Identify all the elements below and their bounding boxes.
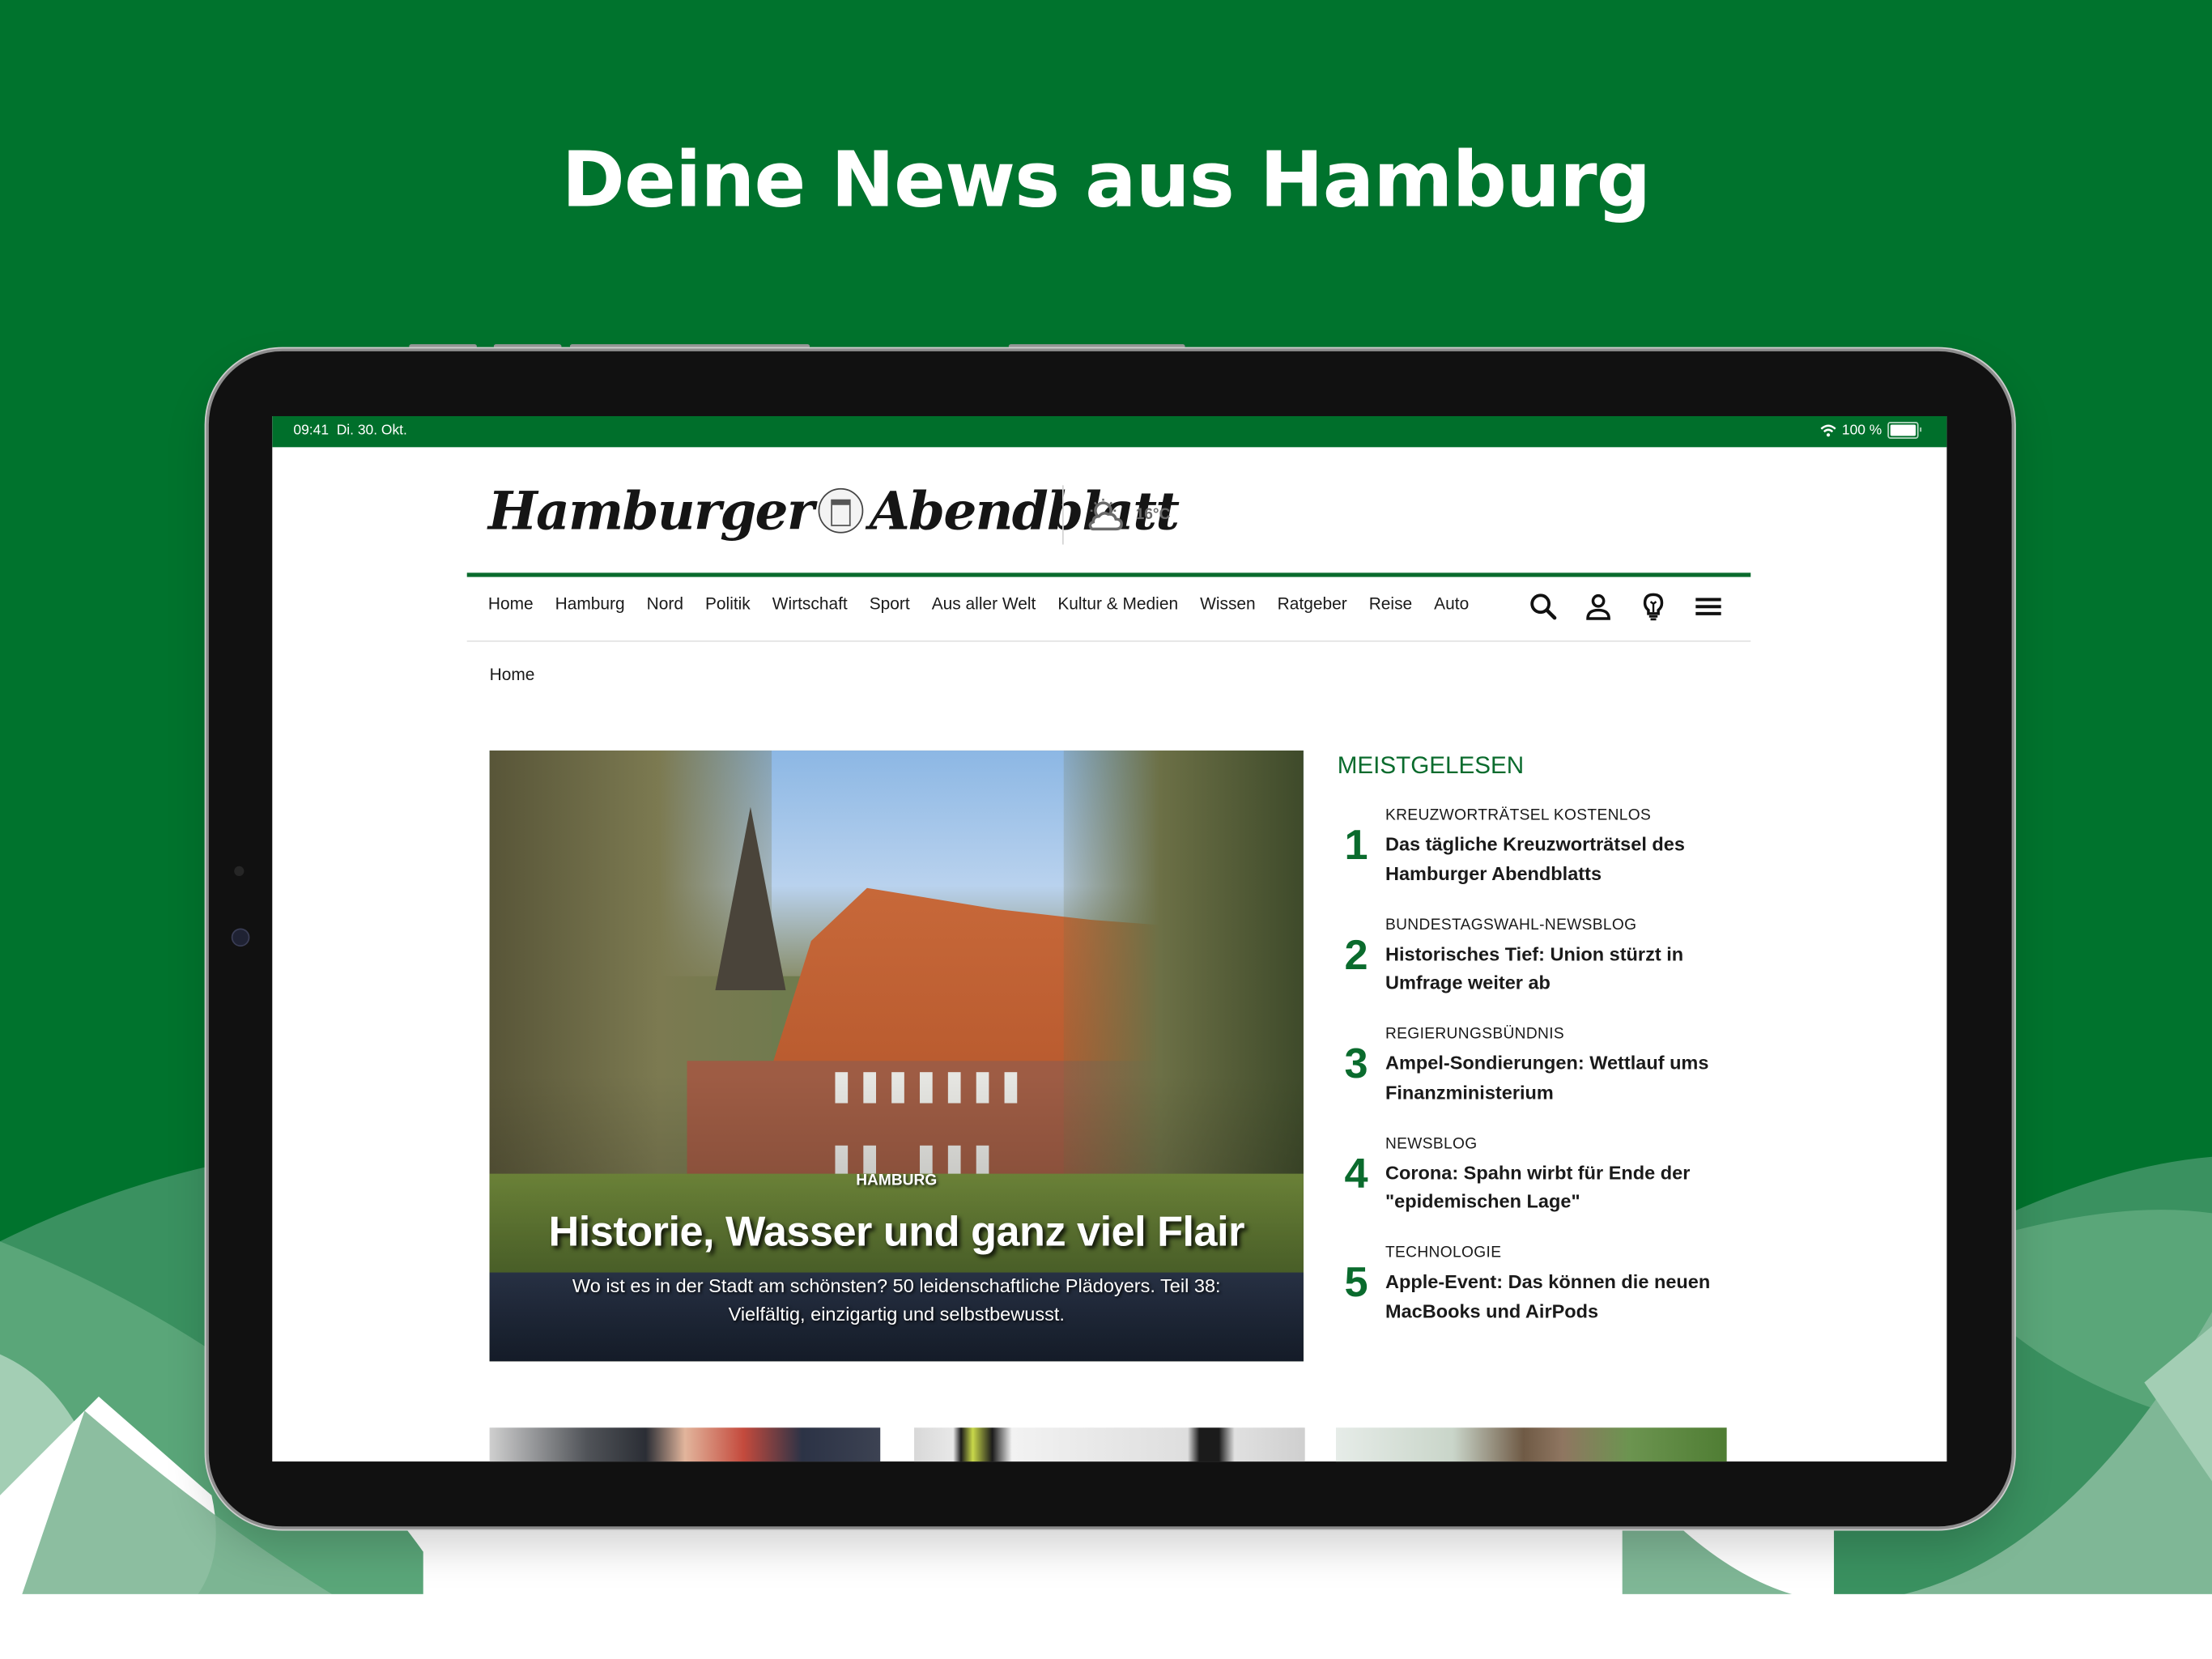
most-read-item[interactable]: 1 KREUZWORTRÄTSEL KOSTENLOS Das tägliche… <box>1338 807 1746 917</box>
most-read-headline[interactable]: Ampel-Sondierungen: Wettlauf ums Finanzm… <box>1385 1049 1738 1107</box>
most-read-headline[interactable]: Apple-Event: Das können die neuen MacBoo… <box>1385 1268 1738 1325</box>
status-right: 100 % <box>1819 421 1922 439</box>
most-read-rank: 5 <box>1344 1259 1368 1307</box>
lightbulb-icon[interactable] <box>1638 591 1669 622</box>
device-volume-button <box>409 344 477 349</box>
most-read-title: MEISTGELESEN <box>1337 751 1525 779</box>
nav-item-politik[interactable]: Politik <box>705 594 751 614</box>
battery-icon <box>1887 421 1922 439</box>
most-read-rank: 2 <box>1344 931 1368 979</box>
nav-item-sport[interactable]: Sport <box>870 594 910 614</box>
wifi-icon <box>1819 424 1836 437</box>
hero-article[interactable]: HAMBURG Historie, Wasser und ganz viel F… <box>489 750 1304 1362</box>
nav-item-home[interactable]: Home <box>488 594 534 614</box>
battery-percent: 100 % <box>1841 422 1882 438</box>
header-divider <box>1061 485 1064 545</box>
hero-teaser: Wo ist es in der Stadt am schönsten? 50 … <box>572 1275 1221 1325</box>
logo-text-left: Hamburger <box>487 479 815 542</box>
most-read-item[interactable]: 4 NEWSBLOG Corona: Spahn wirbt für Ende … <box>1338 1135 1746 1244</box>
most-read-item[interactable]: 3 REGIERUNGSBÜNDNIS Ampel-Sondierungen: … <box>1338 1026 1746 1135</box>
main-navigation: Home Hamburg Nord Politik Wirtschaft Spo… <box>488 594 1491 614</box>
nav-bottom-rule <box>466 640 1751 642</box>
device-sensor <box>234 866 245 876</box>
most-read-list: 1 KREUZWORTRÄTSEL KOSTENLOS Das tägliche… <box>1338 807 1746 1354</box>
date-text: Di. 30. Okt. <box>336 423 407 439</box>
site-logo[interactable]: Hamburger Abendblatt <box>487 479 1180 542</box>
nav-item-wirtschaft[interactable]: Wirtschaft <box>772 594 848 614</box>
most-read-rank: 4 <box>1344 1150 1368 1197</box>
hamburg-seal-icon <box>819 487 864 534</box>
device-volume-button <box>493 344 562 349</box>
nav-item-auto[interactable]: Auto <box>1434 594 1469 614</box>
most-read-headline[interactable]: Historisches Tief: Union stürzt in Umfra… <box>1385 940 1738 998</box>
device-camera <box>231 928 250 947</box>
status-time: 09:41 Di. 30. Okt. <box>293 423 406 439</box>
most-read-headline[interactable]: Corona: Spahn wirbt für Ende der "epidem… <box>1385 1159 1738 1216</box>
most-read-rank: 1 <box>1344 822 1368 870</box>
account-icon[interactable] <box>1583 591 1614 622</box>
weather-temperature: 16°C <box>1135 506 1171 524</box>
most-read-rank: 3 <box>1344 1040 1368 1088</box>
app-store-promo: Deine News aus Hamburg 09:41 Di. 30. Okt… <box>0 0 2212 1659</box>
most-read-kicker: KREUZWORTRÄTSEL KOSTENLOS <box>1385 806 1652 824</box>
partly-cloudy-icon <box>1088 498 1123 531</box>
most-read-kicker: REGIERUNGSBÜNDNIS <box>1385 1025 1565 1043</box>
nav-item-kultur-medien[interactable]: Kultur & Medien <box>1057 594 1178 614</box>
most-read-kicker: NEWSBLOG <box>1385 1134 1478 1152</box>
breadcrumb: Home <box>490 665 535 684</box>
status-bar: 09:41 Di. 30. Okt. 100 % <box>272 415 1947 448</box>
nav-item-reise[interactable]: Reise <box>1369 594 1412 614</box>
article-thumbnail[interactable] <box>1336 1427 1727 1462</box>
nav-icon-bar <box>1528 591 1724 622</box>
article-thumbnail[interactable] <box>914 1427 1305 1462</box>
most-read-item[interactable]: 2 BUNDESTAGSWAHL-NEWSBLOG Historisches T… <box>1338 917 1746 1026</box>
menu-icon[interactable] <box>1693 591 1724 622</box>
most-read-kicker: BUNDESTAGSWAHL-NEWSBLOG <box>1385 916 1637 934</box>
most-read-headline[interactable]: Das tägliche Kreuzworträtsel des Hamburg… <box>1385 831 1738 888</box>
time-text: 09:41 <box>293 423 330 439</box>
nav-item-wissen[interactable]: Wissen <box>1200 594 1256 614</box>
article-thumbnail[interactable] <box>489 1427 881 1462</box>
tablet-screen: 09:41 Di. 30. Okt. 100 % Hamburger Abend… <box>272 415 1947 1462</box>
search-icon[interactable] <box>1528 591 1559 622</box>
header-green-rule <box>466 572 1751 577</box>
most-read-item[interactable]: 5 TECHNOLOGIE Apple-Event: Das können di… <box>1338 1244 1746 1354</box>
most-read-kicker: TECHNOLOGIE <box>1385 1244 1502 1261</box>
promo-headline: Deine News aus Hamburg <box>561 135 1651 225</box>
nav-item-nord[interactable]: Nord <box>647 594 683 614</box>
device-top-button <box>569 344 810 349</box>
nav-item-ratgeber[interactable]: Ratgeber <box>1278 594 1347 614</box>
hero-title[interactable]: Historie, Wasser und ganz viel Flair <box>490 1209 1304 1257</box>
nav-item-hamburg[interactable]: Hamburg <box>555 594 625 614</box>
nav-item-aus-aller-welt[interactable]: Aus aller Welt <box>932 594 1036 614</box>
hero-kicker: HAMBURG <box>856 1172 938 1189</box>
weather-widget[interactable]: 16°C <box>1085 496 1171 533</box>
breadcrumb-item-home[interactable]: Home <box>490 665 535 684</box>
device-top-button <box>1008 344 1185 349</box>
